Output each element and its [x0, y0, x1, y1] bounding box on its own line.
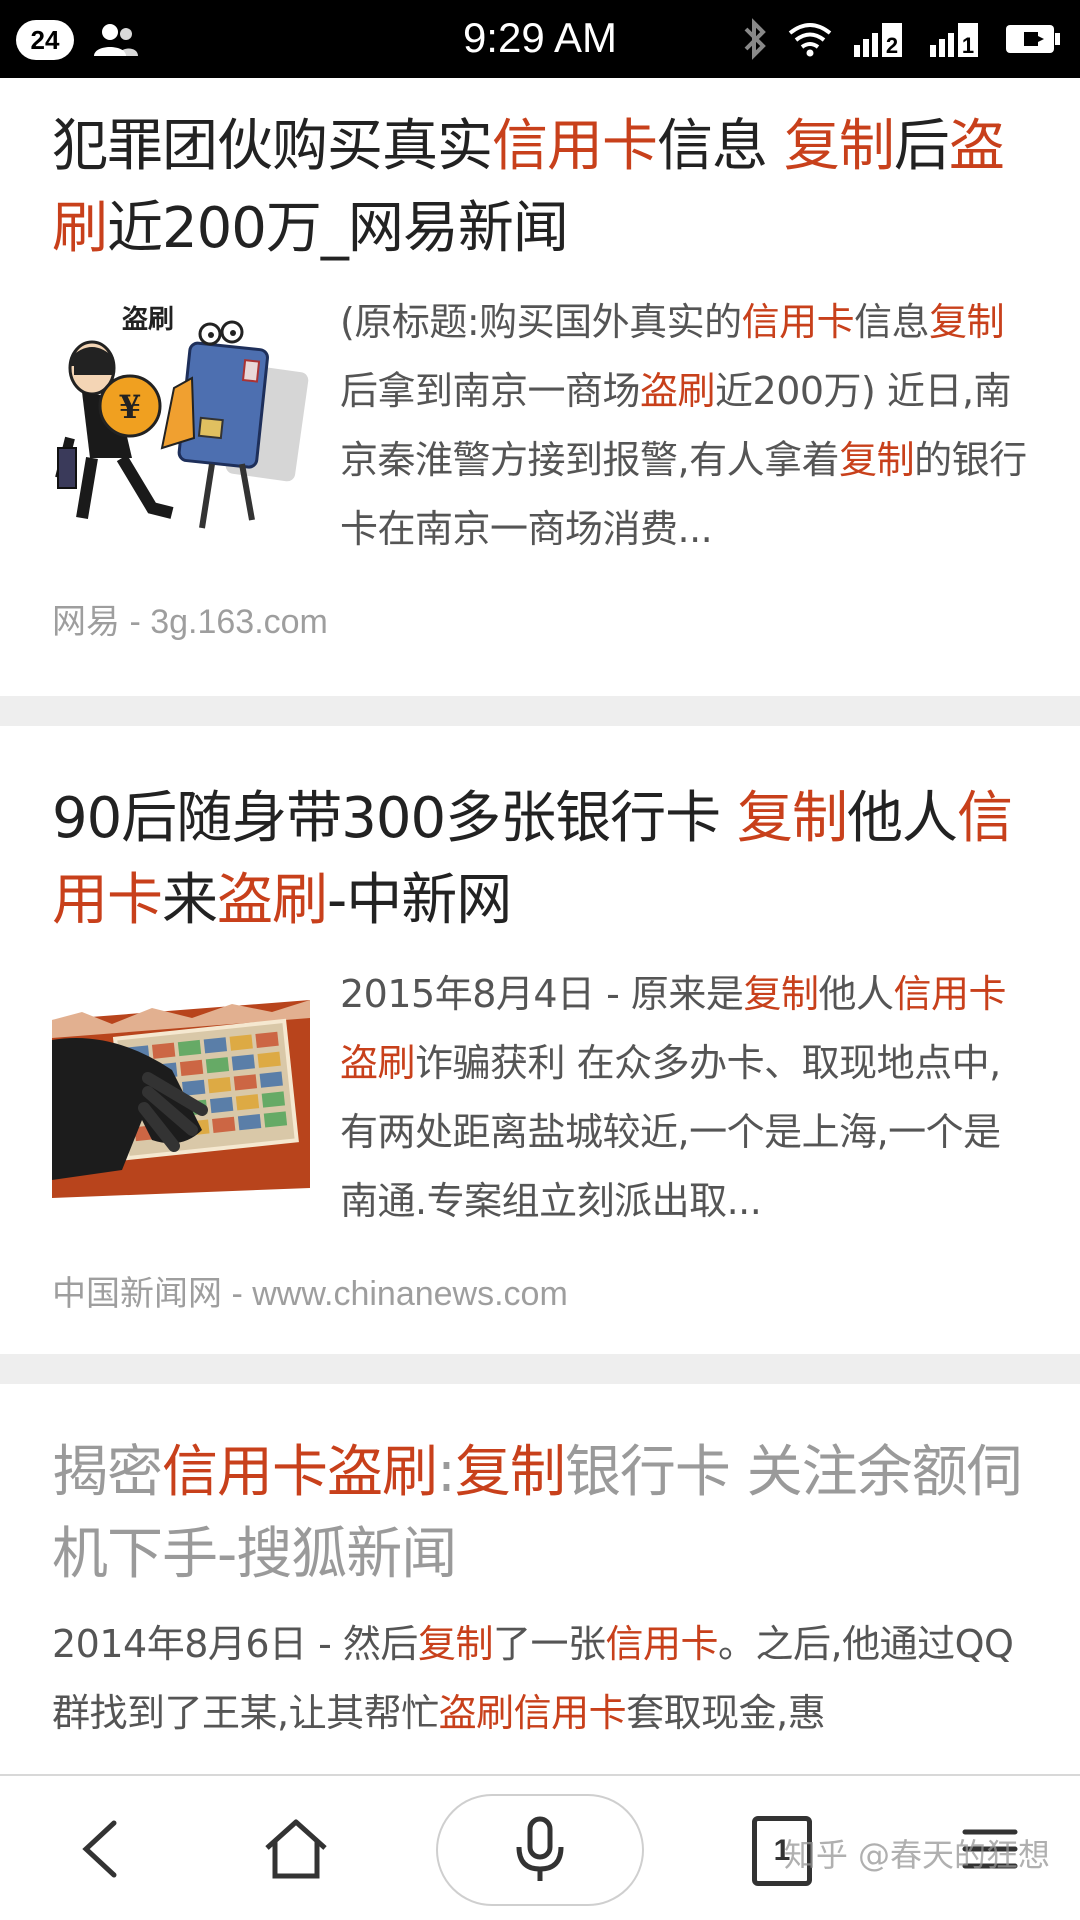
- result-title[interactable]: 揭密信用卡盗刷:复制银行卡 关注余额伺机下手-搜狐新闻: [52, 1432, 1028, 1596]
- back-arrow-icon: [82, 1820, 117, 1878]
- divider: [0, 1354, 1080, 1384]
- mic-icon: [516, 1816, 564, 1881]
- gloved-hand-cards-photo: [52, 960, 310, 1218]
- result-card[interactable]: 揭密信用卡盗刷:复制银行卡 关注余额伺机下手-搜狐新闻 2014年8月6日 - …: [0, 1384, 1080, 1748]
- result-thumbnail[interactable]: [52, 960, 310, 1218]
- result-source: 中国新闻网 - www.chinanews.com: [52, 1275, 568, 1313]
- illustration-caption: 盗刷: [122, 304, 174, 335]
- bottom-toolbar: 1 知乎 @春天的狂想: [0, 1774, 1080, 1920]
- home-icon: [265, 1819, 327, 1879]
- back-button[interactable]: [40, 1776, 160, 1920]
- divider: [0, 696, 1080, 726]
- bluetooth-icon: [744, 18, 766, 60]
- svg-text:¥: ¥: [119, 388, 141, 426]
- result-card[interactable]: 犯罪团伙购买真实信用卡信息 复制后盗刷近200万_网易新闻 ¥ 盗刷 (原标题:…: [0, 78, 1080, 696]
- sim2-label: 1: [962, 33, 974, 58]
- wifi-icon: [788, 23, 832, 57]
- result-snippet: 2014年8月6日 - 然后复制了一张信用卡。之后,他通过QQ群找到了王某,让其…: [52, 1622, 1014, 1735]
- result-source: 网易 - 3g.163.com: [52, 603, 328, 641]
- result-snippet: 2015年8月4日 - 原来是复制他人信用卡盗刷诈骗获利 在众多办卡、取现地点中…: [340, 972, 1006, 1223]
- status-bar: 24 9:29 AM 2 1: [0, 0, 1080, 78]
- result-title[interactable]: 90后随身带300多张银行卡 复制他人信用卡来盗刷-中新网: [52, 778, 1028, 942]
- home-button[interactable]: [236, 1776, 356, 1920]
- result-title[interactable]: 犯罪团伙购买真实信用卡信息 复制后盗刷近200万_网易新闻: [52, 106, 1028, 270]
- battery-icon: [1006, 25, 1060, 53]
- result-card[interactable]: 90后随身带300多张银行卡 复制他人信用卡来盗刷-中新网 2015年8月4日 …: [0, 726, 1080, 1354]
- sim1-label: 2: [886, 33, 898, 58]
- thief-card-illustration: ¥ 盗刷: [52, 288, 310, 546]
- signal-icon: 1: [930, 23, 978, 58]
- search-results: 犯罪团伙购买真实信用卡信息 复制后盗刷近200万_网易新闻 ¥ 盗刷 (原标题:…: [0, 78, 1080, 1774]
- watermark: 知乎 @春天的狂想: [783, 1836, 1050, 1874]
- result-thumbnail[interactable]: ¥ 盗刷: [52, 288, 310, 546]
- voice-search-button[interactable]: [436, 1794, 644, 1906]
- result-snippet: (原标题:购买国外真实的信用卡信息复制后拿到南京一商场盗刷近200万) 近日,南…: [340, 300, 1027, 551]
- signal-icon: 2: [854, 23, 902, 58]
